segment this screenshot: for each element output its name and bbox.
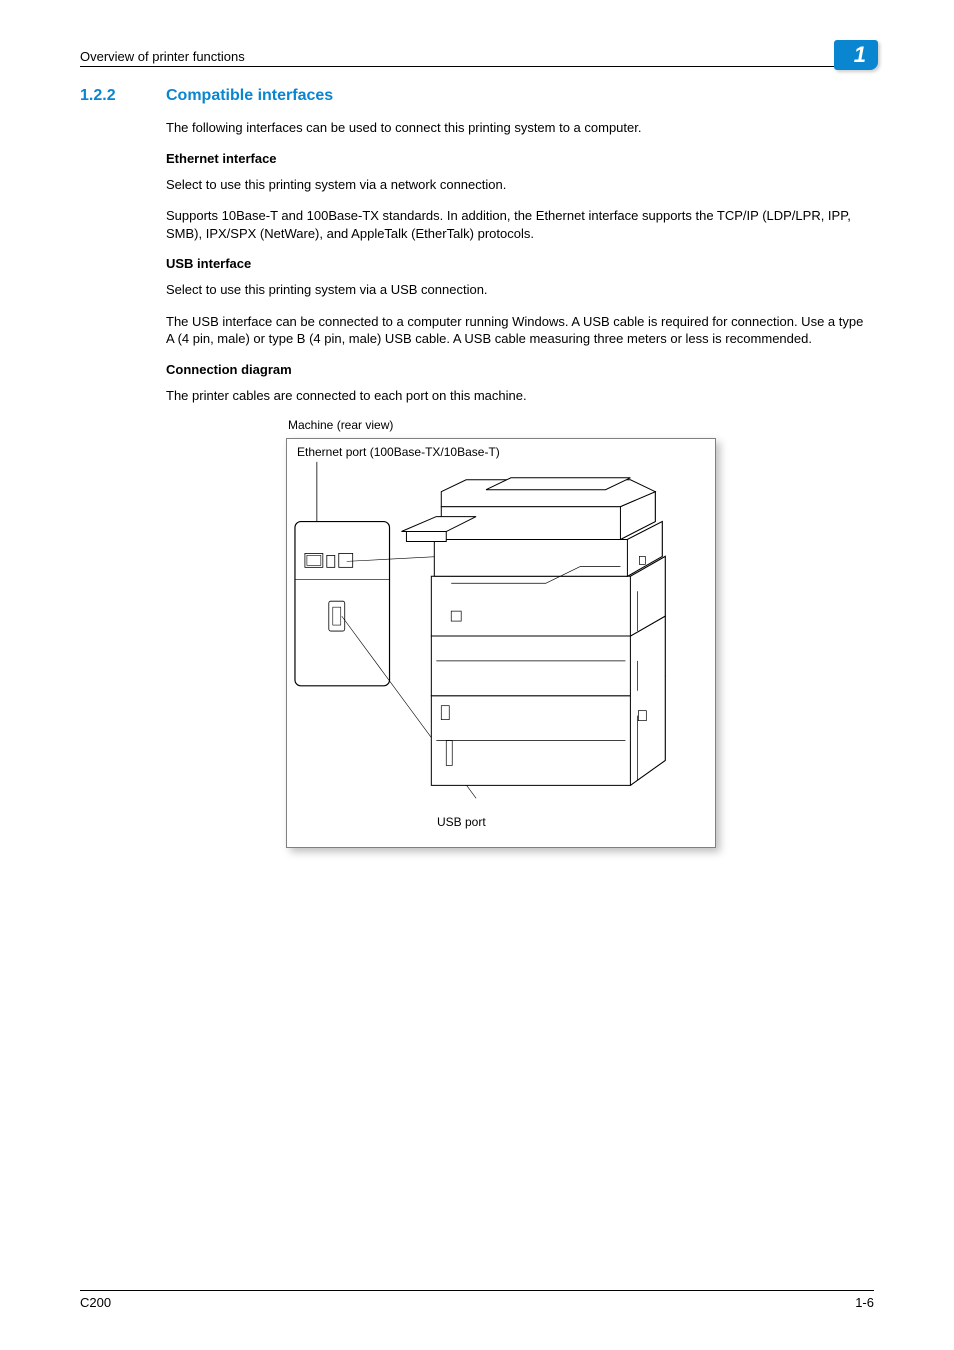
diagram-heading: Connection diagram xyxy=(166,362,874,377)
ethernet-p1: Select to use this printing system via a… xyxy=(166,176,874,194)
usb-p1: Select to use this printing system via a… xyxy=(166,281,874,299)
printer-rear-view-illustration xyxy=(287,459,715,823)
usb-p2: The USB interface can be connected to a … xyxy=(166,313,874,348)
diagram-caption: Machine (rear view) xyxy=(288,418,874,432)
running-head: Overview of printer functions xyxy=(80,49,245,64)
section-number: 1.2.2 xyxy=(80,87,166,105)
page-header: Overview of printer functions 1 xyxy=(80,40,874,67)
footer-page-number: 1-6 xyxy=(855,1295,874,1310)
usb-port-label: USB port xyxy=(437,815,486,829)
ethernet-p2: Supports 10Base-T and 100Base-TX standar… xyxy=(166,207,874,242)
section-intro: The following interfaces can be used to … xyxy=(166,119,874,137)
section-title: Compatible interfaces xyxy=(166,87,333,104)
footer-model: C200 xyxy=(80,1295,111,1310)
chapter-number-tab: 1 xyxy=(834,40,878,70)
ethernet-port-label: Ethernet port (100Base-TX/10Base-T) xyxy=(297,445,500,459)
section-heading: 1.2.2Compatible interfaces xyxy=(80,87,874,105)
usb-heading: USB interface xyxy=(166,256,874,271)
ethernet-heading: Ethernet interface xyxy=(166,151,874,166)
diagram-intro: The printer cables are connected to each… xyxy=(166,387,874,405)
page-footer: C200 1-6 xyxy=(80,1290,874,1310)
connection-diagram: Ethernet port (100Base-TX/10Base-T) xyxy=(286,438,716,848)
